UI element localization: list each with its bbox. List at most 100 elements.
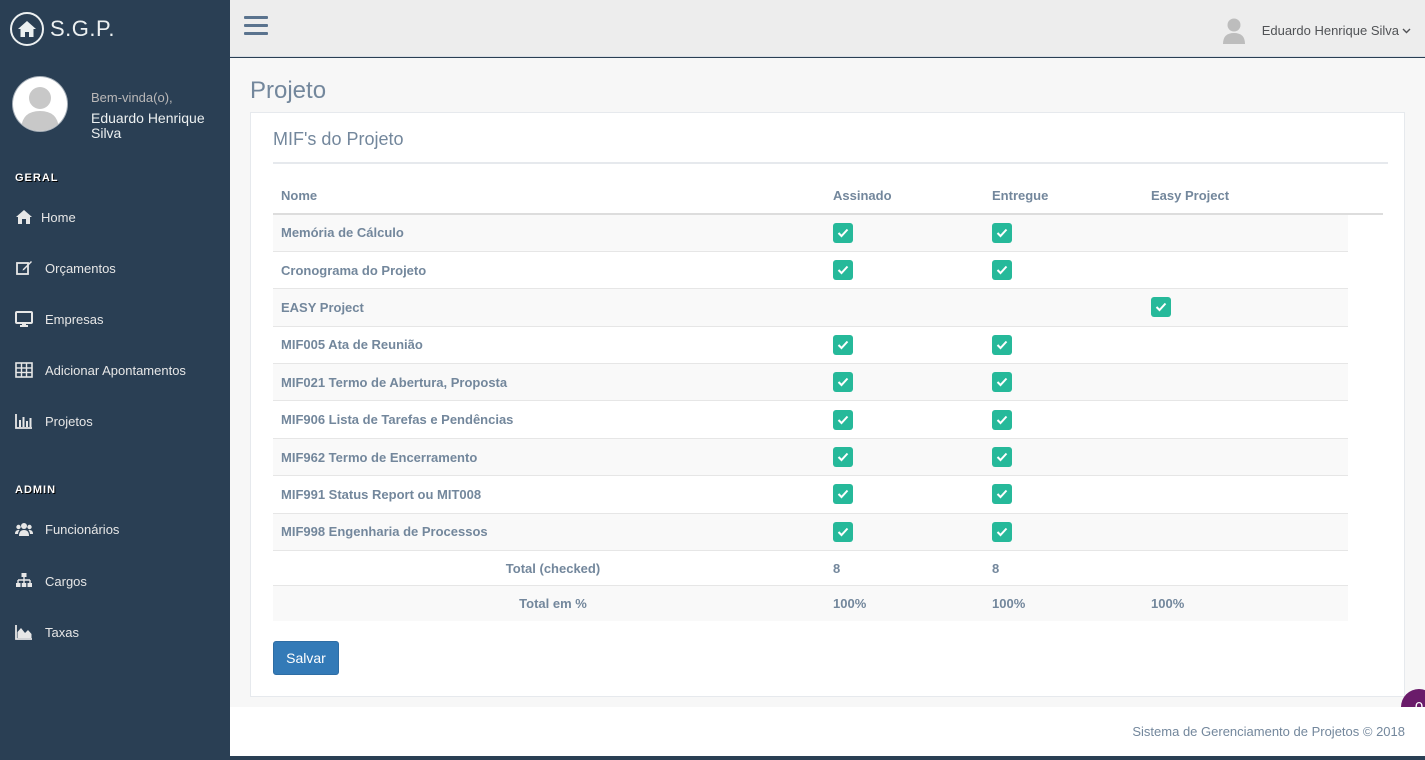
bottom-strip xyxy=(230,756,1425,760)
mif-name: MIF998 Engenharia de Processos xyxy=(273,512,825,551)
column-header-assinado: Assinado xyxy=(825,178,984,215)
assinado-cell[interactable] xyxy=(825,325,984,364)
footer: Sistema de Gerenciamento de Projetos © 2… xyxy=(230,707,1425,756)
assinado-cell[interactable] xyxy=(825,400,984,439)
assinado-cell[interactable] xyxy=(825,437,984,476)
column-header-easy-project: Easy Project xyxy=(1143,178,1348,215)
main-content: Projeto MIF's do Projeto Nome Assinado E… xyxy=(230,58,1425,725)
mif-name: MIF005 Ata de Reunião xyxy=(273,325,825,364)
mif-panel: MIF's do Projeto Nome Assinado Entregue … xyxy=(250,112,1425,725)
chevron-down-icon xyxy=(1402,28,1411,33)
checkbox-checked-icon[interactable] xyxy=(992,409,1012,430)
easy-project-cell[interactable] xyxy=(1143,213,1348,252)
easy-project-cell[interactable] xyxy=(1143,512,1348,551)
profile: Bem-vinda(o), Eduardo Henrique Silva xyxy=(12,76,216,141)
easy-project-cell[interactable] xyxy=(1143,325,1348,364)
mif-name: Cronograma do Projeto xyxy=(273,250,825,289)
assinado-cell[interactable] xyxy=(825,213,984,252)
checkbox-checked-icon[interactable] xyxy=(833,409,853,430)
sidebar-item-home[interactable]: Home xyxy=(15,207,76,227)
sidebar-item-taxas[interactable]: Taxas xyxy=(15,622,79,642)
menu-toggle-icon[interactable] xyxy=(244,16,268,38)
panel-title: MIF's do Projeto xyxy=(273,129,404,149)
easy-project-cell[interactable] xyxy=(1143,475,1348,514)
sidebar-item-label: Projetos xyxy=(45,413,93,429)
column-header-nome: Nome xyxy=(273,178,825,215)
top-navbar: Eduardo Henrique Silva xyxy=(230,0,1425,57)
sidebar-item-label: Empresas xyxy=(45,311,104,327)
table-header-row: Nome Assinado Entregue Easy Project xyxy=(273,178,1348,215)
sidebar-item-label: Adicionar Apontamentos xyxy=(45,362,186,378)
bar-chart-icon xyxy=(15,414,32,429)
entregue-cell[interactable] xyxy=(984,512,1143,551)
checkbox-checked-icon[interactable] xyxy=(833,447,853,468)
checkbox-checked-icon[interactable] xyxy=(833,484,853,505)
save-button[interactable]: Salvar xyxy=(273,641,339,675)
checkbox-checked-icon[interactable] xyxy=(992,372,1012,393)
brand-title: S.G.P. xyxy=(50,15,115,41)
assinado-cell[interactable] xyxy=(825,512,984,551)
checkbox-checked-icon[interactable] xyxy=(833,334,853,355)
checkbox-checked-icon[interactable] xyxy=(992,334,1012,355)
mif-name: MIF991 Status Report ou MIT008 xyxy=(273,475,825,514)
sidebar-item-cargos[interactable]: Cargos xyxy=(15,571,87,591)
easy-project-cell[interactable] xyxy=(1143,250,1348,289)
entregue-cell[interactable] xyxy=(984,213,1143,252)
sidebar-item-label: Home xyxy=(41,209,76,225)
total-percent-entregue: 100% xyxy=(984,585,1143,621)
checkbox-checked-icon[interactable] xyxy=(833,372,853,393)
easy-project-cell[interactable] xyxy=(1143,288,1348,327)
total-percent-easy: 100% xyxy=(1143,585,1348,621)
table-row: Memória de Cálculo xyxy=(273,213,1348,252)
total-percent-assinado: 100% xyxy=(825,585,984,621)
entregue-cell[interactable] xyxy=(984,325,1143,364)
user-menu[interactable]: Eduardo Henrique Silva xyxy=(1222,16,1411,44)
assinado-cell[interactable] xyxy=(825,475,984,514)
assinado-cell[interactable] xyxy=(825,288,984,327)
total-checked-label: Total (checked) xyxy=(273,550,825,586)
sidebar: S.G.P. Bem-vinda(o), Eduardo Henrique Si… xyxy=(0,0,230,760)
checkbox-checked-icon[interactable] xyxy=(1151,297,1171,318)
avatar xyxy=(12,76,68,132)
table-row: MIF962 Termo de Encerramento xyxy=(273,437,1348,476)
assinado-cell[interactable] xyxy=(825,250,984,289)
sidebar-item-label: Funcionários xyxy=(45,521,120,537)
checkbox-checked-icon[interactable] xyxy=(992,484,1012,505)
table-row: MIF021 Termo de Abertura, Proposta xyxy=(273,363,1348,401)
mif-table: Nome Assinado Entregue Easy Project Memó… xyxy=(273,178,1348,621)
user-avatar-icon xyxy=(1222,18,1245,44)
easy-project-cell[interactable] xyxy=(1143,400,1348,439)
entregue-cell[interactable] xyxy=(984,288,1143,327)
table-icon xyxy=(15,362,33,378)
panel-divider xyxy=(273,162,1388,164)
mif-name: MIF906 Lista de Tarefas e Pendências xyxy=(273,400,825,439)
table-row: MIF991 Status Report ou MIT008 xyxy=(273,475,1348,514)
checkbox-checked-icon[interactable] xyxy=(992,521,1012,542)
profile-name: Eduardo Henrique Silva xyxy=(91,110,205,141)
home-icon xyxy=(10,11,44,46)
sidebar-item-adicionar-apontamentos[interactable]: Adicionar Apontamentos xyxy=(15,360,186,380)
checkbox-checked-icon[interactable] xyxy=(992,222,1012,243)
brand[interactable]: S.G.P. xyxy=(0,0,230,57)
checkbox-checked-icon[interactable] xyxy=(833,521,853,542)
easy-project-cell[interactable] xyxy=(1143,363,1348,401)
checkbox-checked-icon[interactable] xyxy=(833,260,853,281)
checkbox-checked-icon[interactable] xyxy=(992,447,1012,468)
entregue-cell[interactable] xyxy=(984,400,1143,439)
sidebar-item-funcionarios[interactable]: Funcionários xyxy=(15,519,119,539)
checkbox-checked-icon[interactable] xyxy=(992,260,1012,281)
entregue-cell[interactable] xyxy=(984,475,1143,514)
easy-project-cell[interactable] xyxy=(1143,437,1348,476)
assinado-cell[interactable] xyxy=(825,363,984,401)
sidebar-item-orcamentos[interactable]: Orçamentos xyxy=(15,258,116,278)
total-percent-label: Total em % xyxy=(273,585,825,621)
entregue-cell[interactable] xyxy=(984,363,1143,401)
sidebar-item-empresas[interactable]: Empresas xyxy=(15,309,104,329)
section-title-admin: ADMIN xyxy=(15,484,57,496)
mif-name: MIF962 Termo de Encerramento xyxy=(273,437,825,476)
sidebar-item-projetos[interactable]: Projetos xyxy=(15,411,93,431)
checkbox-checked-icon[interactable] xyxy=(833,222,853,243)
entregue-cell[interactable] xyxy=(984,250,1143,289)
entregue-cell[interactable] xyxy=(984,437,1143,476)
desktop-icon xyxy=(15,311,33,327)
